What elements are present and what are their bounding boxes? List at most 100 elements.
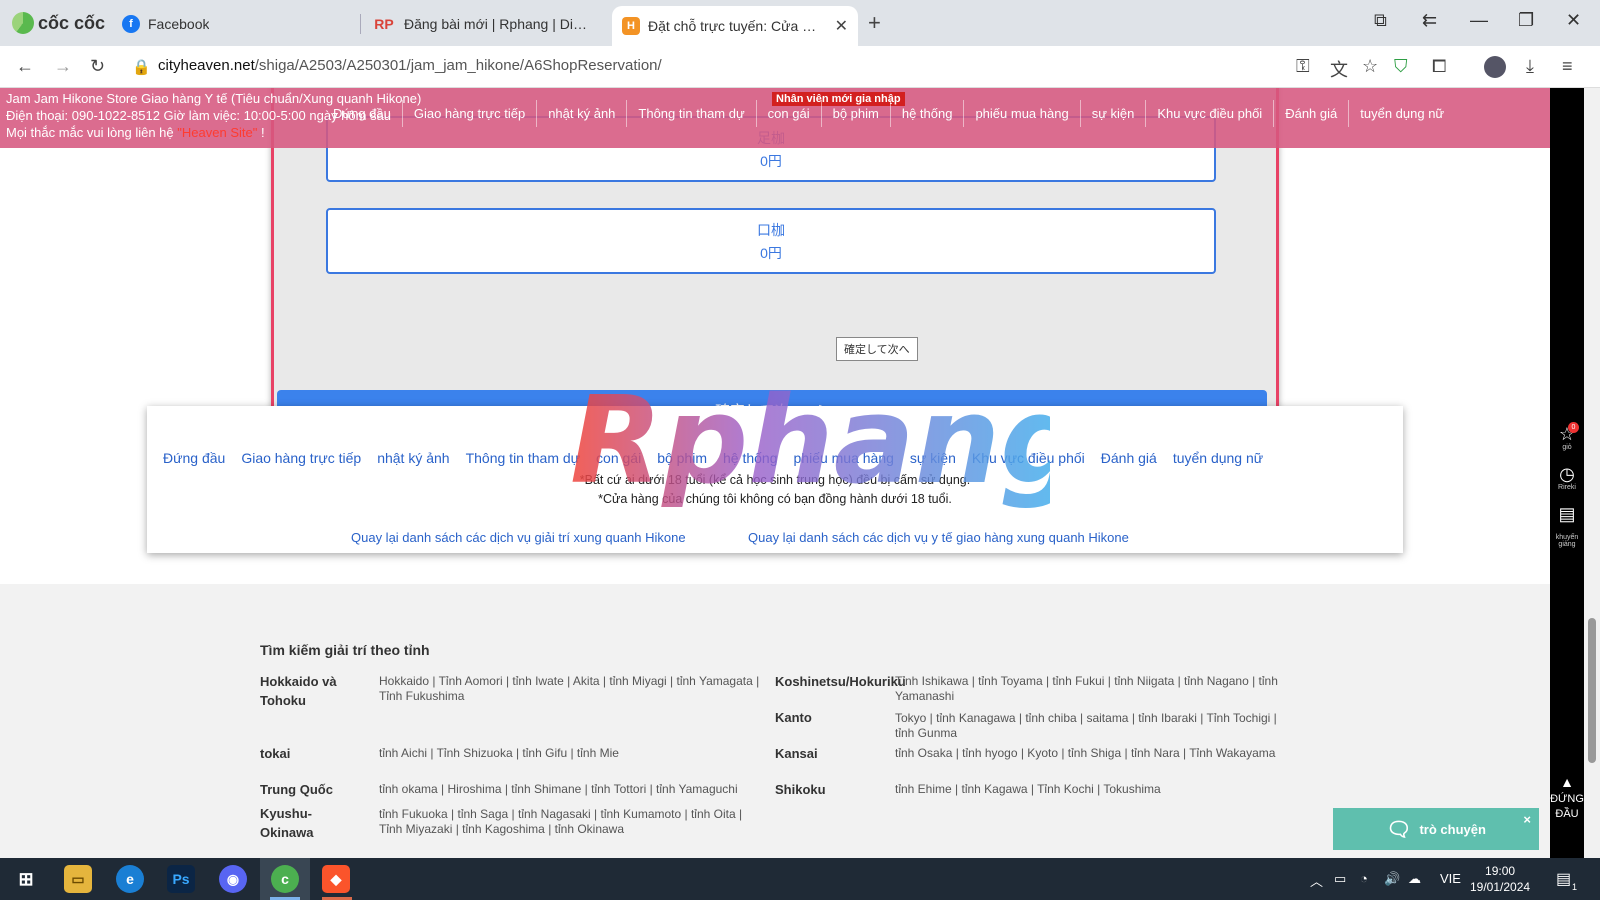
volume-icon[interactable]: 🔊 <box>1384 871 1400 887</box>
footer-nav-attendance[interactable]: Thông tin tham dự <box>466 450 580 466</box>
nav-dispatch-area[interactable]: Khu vực điều phối <box>1145 100 1273 127</box>
footer-nav-top[interactable]: Đứng đầu <box>163 450 225 466</box>
footer-nav-events[interactable]: sự kiện <box>910 450 956 466</box>
minimize-button[interactable]: — <box>1470 10 1488 31</box>
forward-arrow-icon[interactable]: → <box>54 56 72 77</box>
address-bar[interactable]: cityheaven.net/shiga/A2503/A250301/jam_j… <box>158 57 662 74</box>
nav-attendance[interactable]: Thông tin tham dự <box>626 100 755 127</box>
back-forward-cache-icon[interactable]: ⇇ <box>1422 10 1437 31</box>
tab-label: Đăng bài mới | Rphang | Diễn Đàn <box>404 16 592 32</box>
history-clock-icon[interactable]: ◷ <box>1557 464 1577 485</box>
reload-icon[interactable]: ↻ <box>90 56 105 77</box>
back-arrow-icon[interactable]: ← <box>16 56 34 77</box>
profile-avatar[interactable] <box>1484 56 1506 78</box>
tab-reservation-active[interactable]: H Đặt chỗ trực tuyến: Cửa hàng ✕ <box>612 6 858 46</box>
windows-start-icon[interactable]: ⊞ <box>12 865 40 893</box>
region-shikoku: Shikoku <box>775 782 826 797</box>
nav-coupons[interactable]: phiếu mua hàng <box>963 100 1079 127</box>
nav-recruitment[interactable]: tuyển dụng nữ <box>1348 100 1455 127</box>
shop-inquiry: Mọi thắc mắc vui lòng liên hệ "Heaven Si… <box>6 125 265 140</box>
page-scrollbar[interactable] <box>1584 88 1600 858</box>
nav-system[interactable]: hệ thống <box>889 100 964 127</box>
search-tabs-icon[interactable]: ⧉ <box>1374 10 1387 31</box>
back-to-delivery-link[interactable]: Quay lại danh sách các dịch vụ y tế giao… <box>748 530 1129 545</box>
chat-bubble-icon: 🗨 <box>1386 818 1412 841</box>
translate-icon[interactable]: 文 <box>1330 56 1348 82</box>
photoshop-icon[interactable]: Ps <box>167 865 195 893</box>
nav-direct-delivery[interactable]: Giao hàng trực tiếp <box>401 100 536 127</box>
inquiry-suffix: ! <box>260 125 265 140</box>
battery-icon[interactable]: ▭ <box>1334 871 1346 887</box>
option-kuchikase[interactable]: 口枷 0円 <box>326 208 1216 274</box>
language-indicator[interactable]: VIE <box>1440 871 1461 886</box>
scrollbar-thumb[interactable] <box>1588 618 1596 763</box>
footer-nav-movies[interactable]: bộ phim <box>657 450 707 466</box>
tab-label: Facebook <box>148 16 210 32</box>
nav-events[interactable]: sự kiện <box>1079 100 1146 127</box>
nav-top[interactable]: Đứng đầu <box>322 100 402 127</box>
region-hokkaido-tohoku: Hokkaido và Tohoku <box>260 674 337 708</box>
tab-separator <box>360 14 361 34</box>
option-price: 0円 <box>760 153 782 169</box>
region-links-kyushu-okinawa[interactable]: tỉnh Fukuoka | tỉnh Saga | tỉnh Nagasaki… <box>379 807 764 837</box>
region-links-koshinetsu-hokuriku[interactable]: Tỉnh Ishikawa | tỉnh Toyama | tỉnh Fukui… <box>895 674 1280 704</box>
taskbar-clock[interactable]: 19:00 19/01/2024 <box>1470 863 1530 895</box>
discord-icon[interactable]: ◉ <box>219 865 247 893</box>
scroll-top-arrow-icon[interactable]: ▲ <box>1557 774 1577 790</box>
heaven-site-link[interactable]: "Heaven Site" <box>177 125 257 140</box>
shield-icon[interactable]: ⛉ <box>1394 56 1408 77</box>
footer-nav-photo-diary[interactable]: nhật ký ảnh <box>377 450 449 466</box>
tab-facebook[interactable]: f Facebook <box>112 6 342 42</box>
download-icon[interactable]: ⤓ <box>1526 56 1534 77</box>
nav-photo-diary[interactable]: nhật ký ảnh <box>536 100 626 127</box>
restore-button[interactable]: ❐ <box>1518 10 1534 31</box>
nav-movies[interactable]: bộ phim <box>820 100 890 127</box>
menu-icon[interactable]: ≡ <box>1562 56 1573 77</box>
chat-widget[interactable]: 🗨 trò chuyện × <box>1333 808 1539 850</box>
onedrive-cloud-icon[interactable]: ☁ <box>1408 871 1421 887</box>
lock-icon[interactable]: 🔒 <box>132 58 151 76</box>
tab-label: Đặt chỗ trực tuyến: Cửa hàng <box>648 18 821 34</box>
nav-girls[interactable]: con gái <box>755 100 821 127</box>
tab-close-icon[interactable]: ✕ <box>835 16 848 36</box>
tab-rphang[interactable]: RP Đăng bài mới | Rphang | Diễn Đàn <box>362 6 602 42</box>
footer-nav-girls[interactable]: con gái <box>596 450 641 466</box>
option-name: 口枷 <box>757 222 785 238</box>
coccoc-taskbar-icon[interactable]: c <box>271 865 299 893</box>
footer-nav-coupons[interactable]: phiếu mua hàng <box>794 450 894 466</box>
region-links-kansai[interactable]: tỉnh Osaka | tỉnh hyogo | Kyoto | tỉnh S… <box>895 746 1280 761</box>
new-tab-button[interactable]: + <box>868 10 881 36</box>
region-kyushu-okinawa: Kyushu-Okinawa <box>260 806 314 840</box>
region-links-chugoku[interactable]: tỉnh okama | Hiroshima | tỉnh Shimane | … <box>379 782 764 797</box>
footer-nav-recruitment[interactable]: tuyển dụng nữ <box>1173 450 1263 466</box>
edge-browser-icon[interactable]: e <box>116 865 144 893</box>
coccoc-logo[interactable]: cốc cốc <box>12 11 105 35</box>
file-explorer-icon[interactable]: ▭ <box>64 865 92 893</box>
scroll-top-label[interactable]: ĐỨNG ĐẦU <box>1550 792 1584 822</box>
comment-icon[interactable]: ▤ <box>1557 504 1577 525</box>
region-links-tokai[interactable]: tỉnh Aichi | Tỉnh Shizuoka | tỉnh Gifu |… <box>379 746 764 761</box>
shop-footer-card: Đứng đầu Giao hàng trực tiếp nhật ký ảnh… <box>147 406 1403 553</box>
network-icon[interactable]: ◔ <box>1360 871 1368 886</box>
right-sidebar: ☆ 0 giỏ ◷ Rireki ▤ khuyến giảng ▲ ĐỨNG Đ… <box>1550 88 1584 858</box>
chat-close-icon[interactable]: × <box>1523 812 1531 827</box>
footer-nav-system[interactable]: hệ thống <box>723 450 778 466</box>
tray-expand-chevron-icon[interactable]: ︿ <box>1310 871 1323 890</box>
region-links-kanto[interactable]: Tokyo | tỉnh Kanagawa | tỉnh chiba | sai… <box>895 711 1280 741</box>
key-icon[interactable]: ⚿ <box>1296 56 1310 77</box>
footer-nav-dispatch-area[interactable]: Khu vực điều phối <box>972 450 1085 466</box>
brave-browser-icon[interactable]: ◆ <box>322 865 350 893</box>
region-links-hokkaido-tohoku[interactable]: Hokkaido | Tỉnh Aomori | tỉnh Iwate | Ak… <box>379 674 764 704</box>
footer-nav-direct-delivery[interactable]: Giao hàng trực tiếp <box>241 450 361 466</box>
footer-nav-reviews[interactable]: Đánh giá <box>1101 450 1157 466</box>
region-links-shikoku[interactable]: tỉnh Ehime | tỉnh Kagawa | Tỉnh Kochi | … <box>895 782 1280 797</box>
history-label: Rireki <box>1558 484 1576 491</box>
browser-brand: cốc cốc <box>38 12 106 33</box>
notification-center-icon[interactable]: ▤ <box>1556 869 1571 889</box>
extensions-icon[interactable]: ⧠ <box>1432 56 1446 77</box>
star-bookmark-icon[interactable]: ☆ <box>1362 56 1378 77</box>
back-to-entertainment-link[interactable]: Quay lại danh sách các dịch vụ giải trí … <box>351 530 686 545</box>
nav-reviews[interactable]: Đánh giá <box>1273 100 1348 127</box>
close-window-button[interactable]: ✕ <box>1566 10 1581 31</box>
browser-title-bar: cốc cốc f Facebook RP Đăng bài mới | Rph… <box>0 0 1600 46</box>
